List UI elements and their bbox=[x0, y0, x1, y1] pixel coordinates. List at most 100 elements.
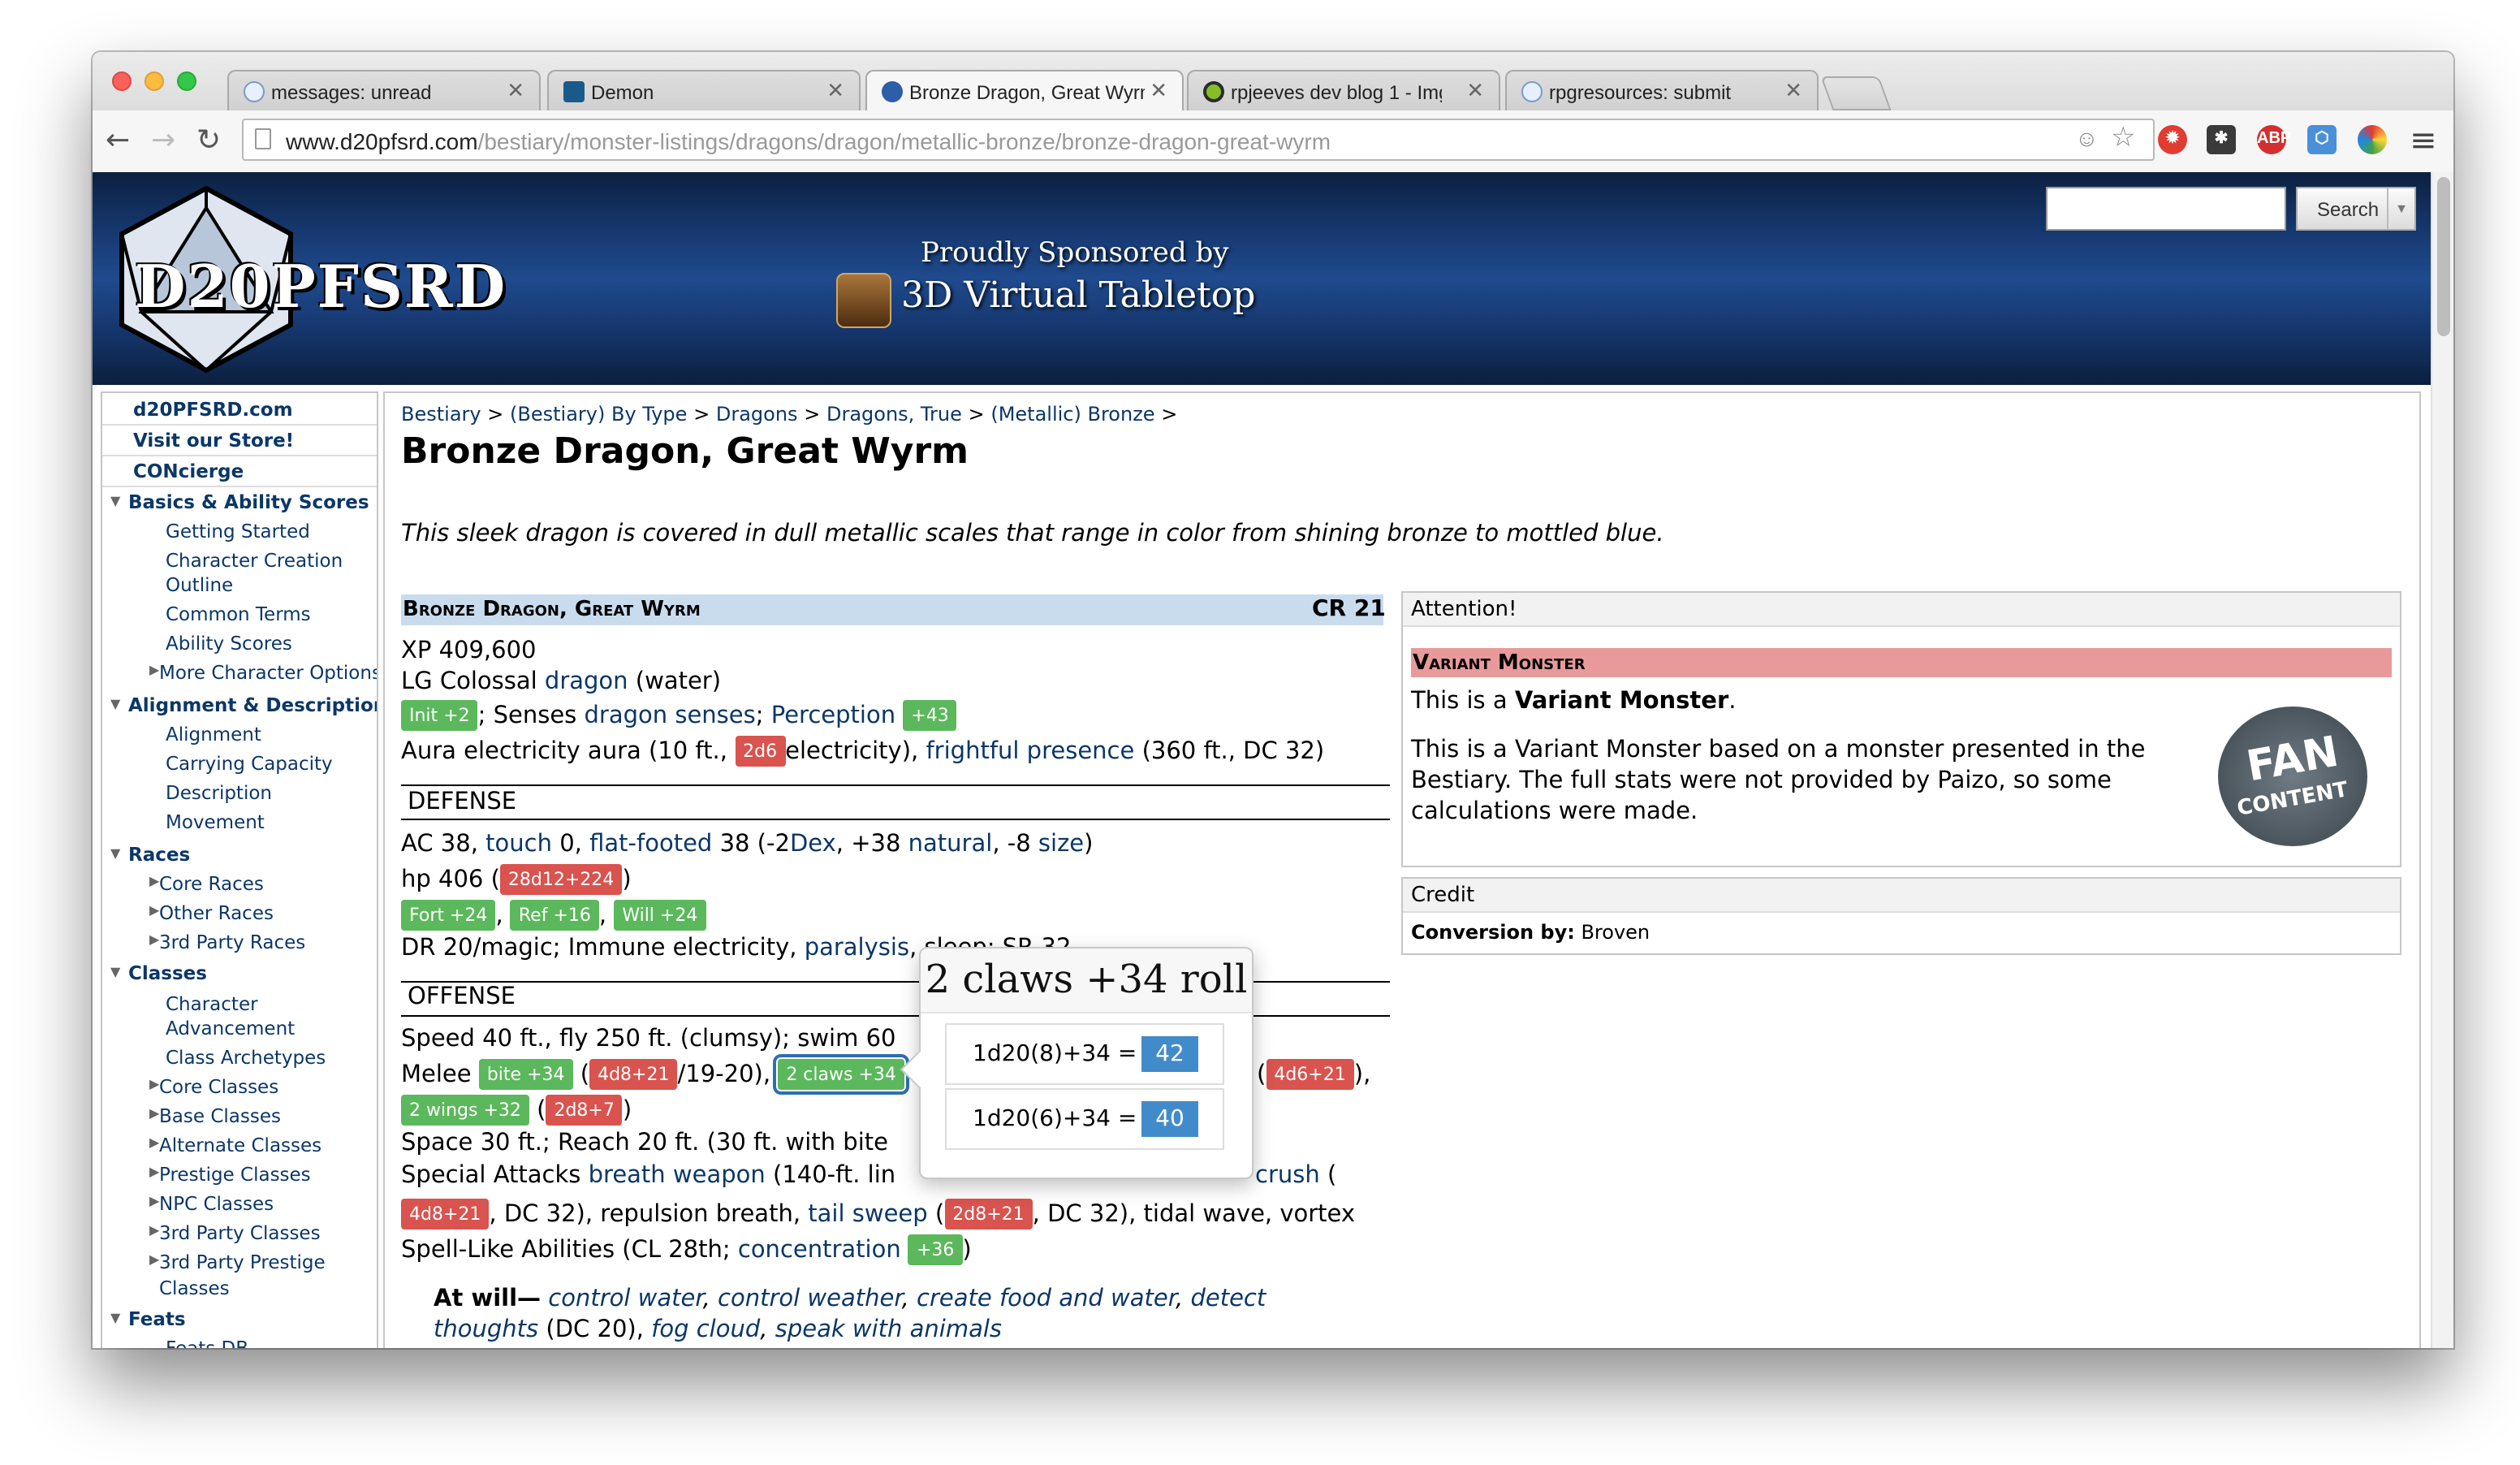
zoom-window-button[interactable] bbox=[177, 71, 196, 91]
triangle-down-icon[interactable]: ▼ bbox=[110, 1311, 120, 1325]
sponsor-name[interactable]: 3D Virtual Tabletop bbox=[901, 276, 1255, 317]
sidebar-item-alignment-description[interactable]: Alignment & Description bbox=[128, 694, 377, 716]
sidebar-item-more-options[interactable]: More Character Options bbox=[159, 661, 377, 684]
bookmark-star-icon[interactable]: ☆ bbox=[2111, 122, 2136, 154]
sidebar-item-store[interactable]: Visit our Store! bbox=[133, 429, 294, 452]
tab-imgur[interactable]: rpjeeves dev blog 1 - Imgur ✕ bbox=[1187, 70, 1500, 110]
chrome-extension-icon[interactable] bbox=[2358, 125, 2387, 154]
close-tab-icon[interactable]: ✕ bbox=[1150, 78, 1167, 104]
sidebar-item-carrying-capacity[interactable]: Carrying Capacity bbox=[166, 752, 333, 775]
sidebar-item-feats-db[interactable]: Feats DB bbox=[166, 1337, 248, 1348]
crush-link[interactable]: crush bbox=[1255, 1163, 1320, 1189]
claws-attack-badge[interactable]: 2 claws +34 bbox=[773, 1054, 909, 1095]
triangle-right-icon[interactable]: ▶ bbox=[149, 903, 159, 918]
sidebar-item-character-creation[interactable]: Character Creation bbox=[166, 549, 343, 572]
spell-link[interactable]: fog cloud bbox=[651, 1317, 760, 1343]
breath-weapon-link[interactable]: breath weapon bbox=[589, 1163, 766, 1189]
triangle-right-icon[interactable]: ▶ bbox=[149, 1077, 159, 1091]
adblock-plus-icon[interactable]: ABP bbox=[2257, 125, 2291, 154]
triangle-right-icon[interactable]: ▶ bbox=[149, 874, 159, 888]
breadcrumb-link[interactable]: Dragons bbox=[716, 403, 798, 426]
triangle-down-icon[interactable]: ▼ bbox=[110, 494, 120, 508]
tabletop-logo-icon[interactable] bbox=[836, 273, 891, 328]
back-arrow-icon[interactable]: ← bbox=[106, 123, 130, 158]
triangle-right-icon[interactable]: ▶ bbox=[149, 1135, 159, 1150]
shield-extension-icon[interactable]: ⬡ bbox=[2307, 125, 2337, 154]
sidebar-item-core-races[interactable]: Core Races bbox=[159, 872, 264, 895]
natural-link[interactable]: natural bbox=[908, 832, 993, 858]
bite-attack-badge[interactable]: bite +34 bbox=[478, 1059, 573, 1090]
paralysis-link[interactable]: paralysis bbox=[805, 936, 909, 962]
will-save-badge[interactable]: Will +24 bbox=[614, 900, 706, 931]
perception-roll-badge[interactable]: +43 bbox=[903, 700, 957, 731]
triangle-right-icon[interactable]: ▶ bbox=[149, 1165, 159, 1179]
site-logo[interactable]: D20PFSRD bbox=[135, 253, 507, 322]
spell-link[interactable]: control weather bbox=[718, 1286, 902, 1312]
close-tab-icon[interactable]: ✕ bbox=[507, 78, 524, 104]
puzzle-extension-icon[interactable]: ✱ bbox=[2207, 125, 2236, 154]
fort-save-badge[interactable]: Fort +24 bbox=[401, 900, 496, 931]
tab-messages[interactable]: messages: unread ✕ bbox=[227, 70, 541, 110]
aura-damage-badge[interactable]: 2d6 bbox=[735, 736, 786, 767]
sidebar-item-3rd-party-prestige[interactable]: 3rd Party Prestige bbox=[159, 1251, 326, 1273]
dragon-link[interactable]: dragon bbox=[545, 669, 628, 695]
concentration-link[interactable]: concentration bbox=[738, 1238, 901, 1264]
tail-damage-badge[interactable]: 4d6+21 bbox=[1266, 1059, 1354, 1090]
spell-link[interactable]: create food and water bbox=[917, 1286, 1176, 1312]
triangle-right-icon[interactable]: ▶ bbox=[149, 1252, 159, 1267]
size-link[interactable]: size bbox=[1038, 832, 1084, 858]
forward-arrow-icon[interactable]: → bbox=[151, 123, 175, 158]
sidebar-item-advancement[interactable]: Advancement bbox=[166, 1017, 295, 1039]
breadcrumb-link[interactable]: (Metallic) Bronze bbox=[990, 403, 1154, 426]
close-tab-icon[interactable]: ✕ bbox=[1466, 78, 1484, 104]
flat-footed-link[interactable]: flat-footed bbox=[589, 832, 712, 858]
address-bar[interactable]: www.d20pfsrd.com/bestiary/monster-listin… bbox=[242, 119, 2155, 161]
sidebar-item-movement[interactable]: Movement bbox=[166, 810, 265, 833]
sidebar-item-alternate-classes[interactable]: Alternate Classes bbox=[159, 1134, 321, 1156]
bite-damage-badge[interactable]: 4d8+21 bbox=[589, 1059, 678, 1090]
triangle-down-icon[interactable]: ▼ bbox=[110, 697, 120, 711]
sidebar-item-3rd-party-prestige-classes[interactable]: Classes bbox=[159, 1277, 230, 1299]
sidebar-item-outline[interactable]: Outline bbox=[166, 573, 233, 596]
wings-attack-badge[interactable]: 2 wings +32 bbox=[401, 1095, 529, 1126]
breadcrumb-link[interactable]: (Bestiary) By Type bbox=[510, 403, 687, 426]
spell-link[interactable]: detect bbox=[1190, 1286, 1266, 1312]
tail-sweep-link[interactable]: tail sweep bbox=[808, 1202, 927, 1228]
wings-damage-badge[interactable]: 2d8+7 bbox=[546, 1095, 623, 1126]
minimize-window-button[interactable] bbox=[145, 71, 164, 91]
crush-damage-badge[interactable]: 4d8+21 bbox=[401, 1199, 490, 1229]
dex-link[interactable]: Dex bbox=[790, 832, 836, 858]
spell-link[interactable]: speak with animals bbox=[775, 1317, 1002, 1343]
tab-rpgresources[interactable]: rpgresources: submit ✕ bbox=[1505, 70, 1819, 110]
sidebar-item-classes[interactable]: Classes bbox=[128, 962, 207, 984]
sidebar-item-alignment[interactable]: Alignment bbox=[166, 723, 261, 745]
sidebar-item-getting-started[interactable]: Getting Started bbox=[166, 520, 310, 542]
ref-save-badge[interactable]: Ref +16 bbox=[510, 900, 599, 931]
close-window-button[interactable] bbox=[112, 71, 132, 91]
sidebar-item-common-terms[interactable]: Common Terms bbox=[166, 603, 311, 625]
reload-icon[interactable]: ↻ bbox=[196, 123, 221, 158]
sidebar-item-3rd-party-classes[interactable]: 3rd Party Classes bbox=[159, 1221, 321, 1244]
sidebar-item-core-classes[interactable]: Core Classes bbox=[159, 1075, 278, 1098]
spell-link[interactable]: thoughts bbox=[434, 1317, 538, 1343]
sidebar-item-base-classes[interactable]: Base Classes bbox=[159, 1104, 281, 1127]
sidebar-item-class-archetypes[interactable]: Class Archetypes bbox=[166, 1046, 326, 1069]
reddit-extension-icon[interactable]: ☺ bbox=[2075, 125, 2099, 151]
new-tab-button[interactable] bbox=[1820, 76, 1892, 110]
page-scrollbar[interactable] bbox=[2431, 172, 2453, 1348]
spell-link[interactable]: control water bbox=[548, 1286, 702, 1312]
gear-extension-icon[interactable]: ✹ bbox=[2158, 125, 2187, 154]
breadcrumb-link[interactable]: Bestiary bbox=[401, 403, 481, 426]
close-tab-icon[interactable]: ✕ bbox=[826, 78, 844, 104]
sidebar-item-races[interactable]: Races bbox=[128, 843, 190, 866]
frightful-presence-link[interactable]: frightful presence bbox=[926, 739, 1134, 765]
tab-demon[interactable]: Demon ✕ bbox=[547, 70, 861, 110]
sidebar-item-other-races[interactable]: Other Races bbox=[159, 901, 274, 924]
sidebar-item-feats[interactable]: Feats bbox=[128, 1307, 186, 1330]
sidebar-item-npc-classes[interactable]: NPC Classes bbox=[159, 1192, 274, 1215]
sidebar-item-3rd-party-races[interactable]: 3rd Party Races bbox=[159, 931, 305, 953]
sidebar-item-home[interactable]: d20PFSRD.com bbox=[133, 398, 293, 421]
init-roll-badge[interactable]: Init +2 bbox=[401, 700, 478, 731]
triangle-right-icon[interactable]: ▶ bbox=[149, 1194, 159, 1208]
tail-sweep-damage-badge[interactable]: 2d8+21 bbox=[944, 1199, 1033, 1229]
